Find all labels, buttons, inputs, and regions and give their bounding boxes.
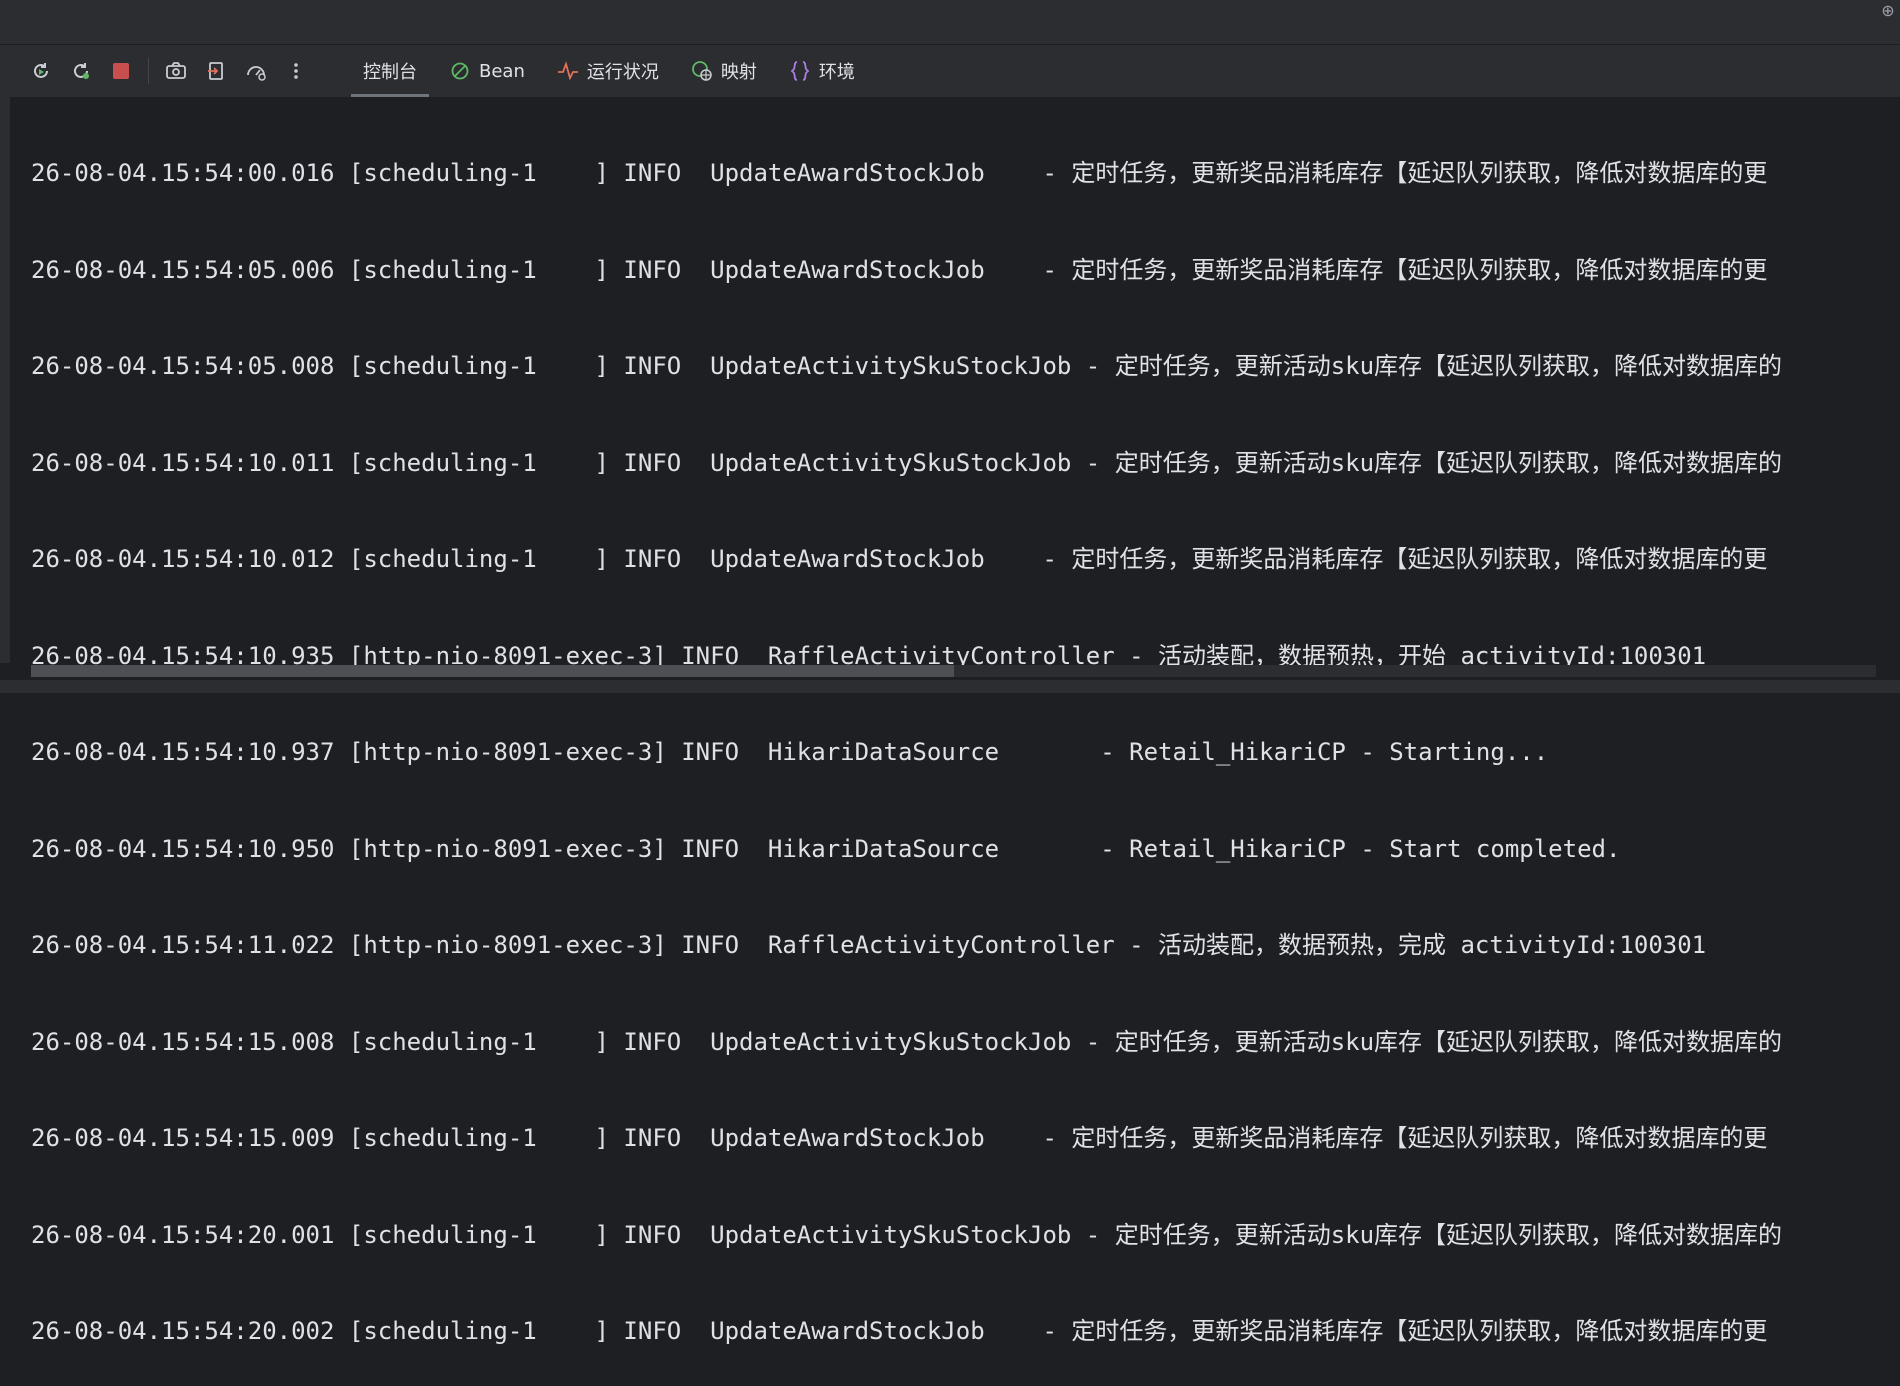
log-line: 26-08-04.15:54:11.022 [http-nio-8091-exe… (31, 931, 1707, 959)
tab-mapping-label: 映射 (720, 62, 757, 83)
log-line: 26-08-04.15:54:00.016 [scheduling-1 ] IN… (31, 159, 1768, 187)
tab-health-label: 运行状况 (586, 62, 659, 83)
log-line: 26-08-04.15:54:10.012 [scheduling-1 ] IN… (31, 545, 1768, 573)
log-line: 26-08-04.15:54:20.001 [scheduling-1 ] IN… (31, 1220, 1783, 1249)
screenshot-button[interactable] (161, 56, 191, 86)
settings-corner-icon[interactable]: ⊕ (1878, 1, 1898, 21)
horizontal-scrollbar-thumb[interactable] (31, 665, 954, 677)
exit-button[interactable] (201, 56, 231, 86)
tab-environment[interactable]: 环境 (773, 45, 871, 97)
rerun-button[interactable] (26, 56, 56, 86)
stop-icon (113, 63, 129, 79)
run-toolbar: 控制台 Bean 运行状况 映射 环境 (0, 45, 1900, 97)
more-button[interactable] (281, 56, 311, 86)
log-line: 26-08-04.15:54:20.002 [scheduling-1 ] IN… (31, 1317, 1768, 1345)
more-icon (294, 63, 298, 79)
health-icon (557, 60, 579, 82)
console-output[interactable]: 26-08-04.15:54:00.016 [scheduling-1 ] IN… (0, 97, 1900, 1345)
mapping-icon (691, 60, 713, 82)
tab-console[interactable]: 控制台 (347, 45, 433, 97)
status-bar (0, 680, 1900, 693)
tab-health[interactable]: 运行状况 (541, 45, 675, 97)
horizontal-scrollbar[interactable] (31, 665, 1876, 677)
tool-tabs: 控制台 Bean 运行状况 映射 环境 (347, 45, 871, 97)
tab-bean[interactable]: Bean (433, 45, 541, 97)
bean-icon (449, 60, 471, 82)
rerun-icon (34, 63, 48, 78)
performance-icon (247, 66, 266, 81)
log-line: 26-08-04.15:54:10.950 [http-nio-8091-exe… (31, 834, 1621, 863)
restart-icon (74, 63, 89, 79)
exit-icon (208, 62, 223, 80)
tab-mapping[interactable]: 映射 (675, 45, 773, 97)
log-line: 26-08-04.15:54:05.006 [scheduling-1 ] IN… (31, 255, 1768, 284)
tab-console-label: 控制台 (363, 62, 417, 83)
environment-icon (789, 60, 811, 82)
log-line: 26-08-04.15:54:15.009 [scheduling-1 ] IN… (31, 1124, 1768, 1152)
log-lines: 26-08-04.15:54:00.016 [scheduling-1 ] IN… (31, 97, 1900, 1386)
log-line: 26-08-04.15:54:05.008 [scheduling-1 ] IN… (31, 352, 1783, 380)
log-line: 26-08-04.15:54:15.008 [scheduling-1 ] IN… (31, 1027, 1783, 1056)
stop-button[interactable] (106, 56, 136, 86)
tab-environment-label: 环境 (818, 62, 855, 83)
camera-icon (166, 62, 186, 79)
tab-bean-label: Bean (479, 60, 525, 82)
restart-button[interactable] (66, 56, 96, 86)
log-line: 26-08-04.15:54:10.937 [http-nio-8091-exe… (31, 738, 1549, 766)
performance-button[interactable] (241, 56, 271, 86)
console-gutter (0, 97, 10, 663)
top-bar: ⊕ (0, 0, 1900, 45)
toolbar-separator (148, 58, 149, 84)
log-line: 26-08-04.15:54:10.011 [scheduling-1 ] IN… (31, 448, 1783, 477)
